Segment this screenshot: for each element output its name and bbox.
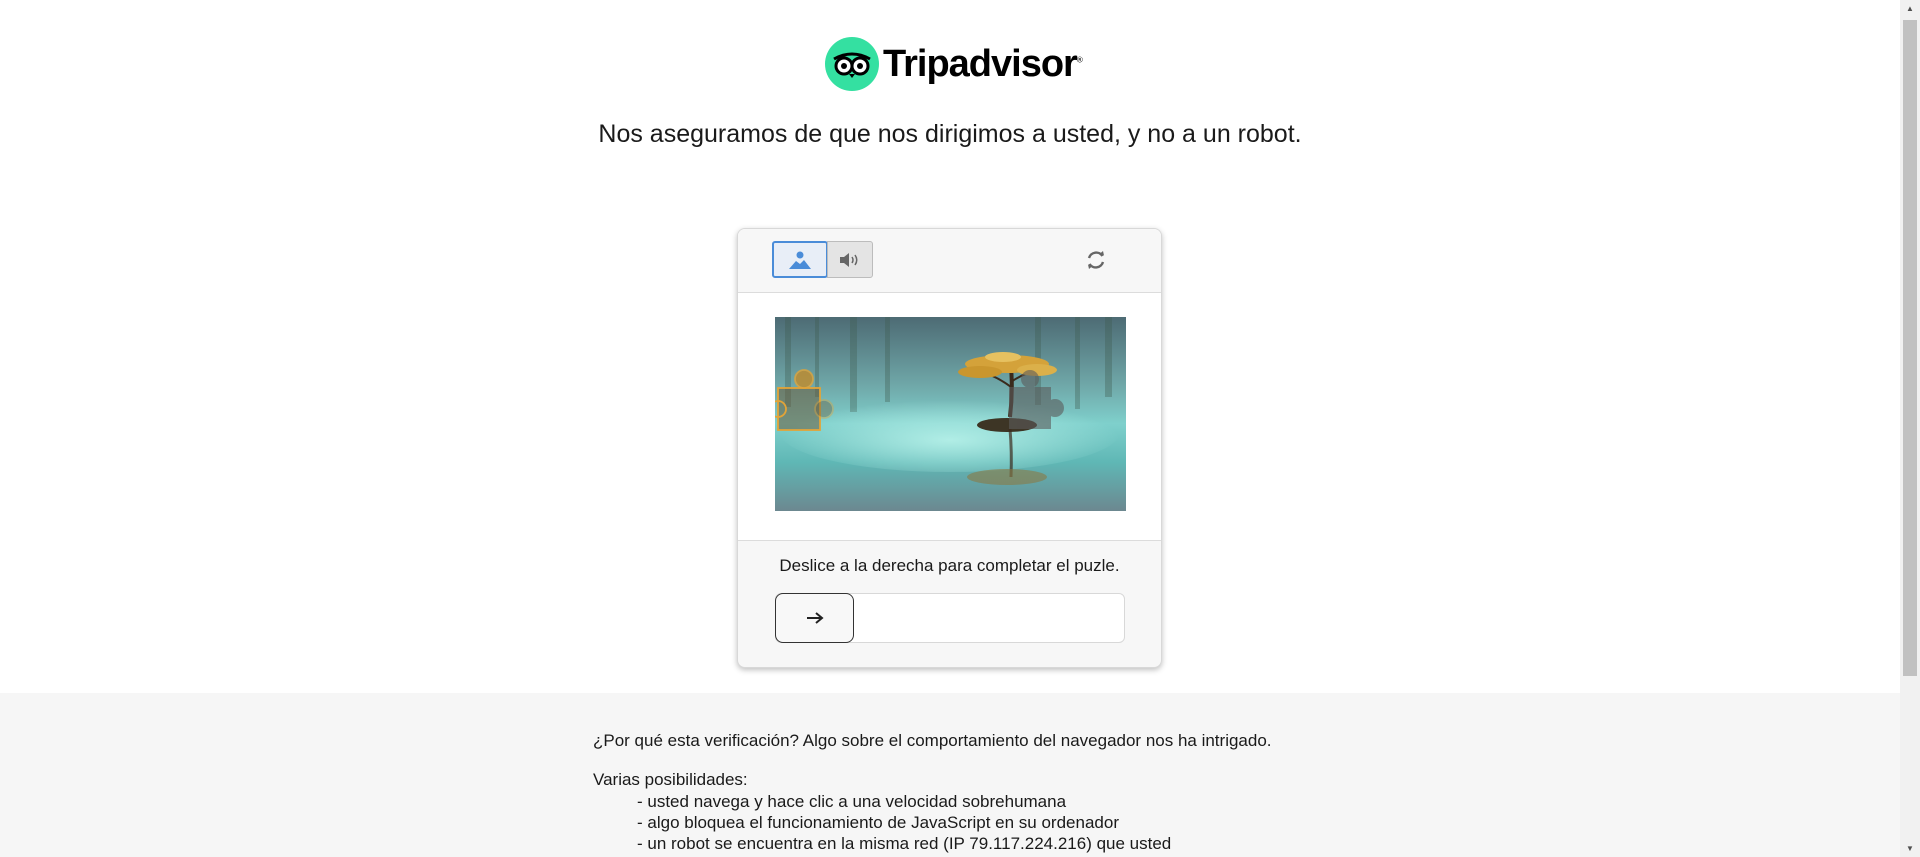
owl-eyes-icon (825, 37, 879, 91)
audio-challenge-tab[interactable] (827, 241, 873, 278)
logo-wordmark: Tripadvisor® (883, 42, 1083, 85)
possibilities-title: Varias posibilidades: (593, 770, 748, 789)
refresh-icon (1087, 251, 1105, 269)
puzzle-image (775, 317, 1126, 511)
refresh-button[interactable] (1083, 247, 1109, 273)
tripadvisor-logo[interactable]: Tripadvisor® (825, 37, 1083, 91)
scroll-up-icon[interactable]: ▲ (1900, 0, 1920, 17)
arrow-right-icon (806, 612, 824, 624)
list-item: - algo bloquea el funcionamiento de Java… (637, 813, 1119, 832)
footer-explanation: ¿Por qué esta verificación? Algo sobre e… (0, 693, 1900, 857)
captcha-instruction: Deslice a la derecha para completar el p… (779, 556, 1120, 575)
image-challenge-tab[interactable] (772, 241, 828, 278)
speaker-icon (840, 252, 858, 267)
list-item: - usted navega y hace clic a una velocid… (637, 792, 1067, 811)
possibilities-list: - usted navega y hace clic a una velocid… (637, 791, 1171, 854)
scroll-down-icon[interactable]: ▼ (1900, 840, 1920, 857)
slider-handle[interactable] (775, 593, 854, 643)
captcha-header (738, 229, 1161, 293)
captcha-image-area (738, 293, 1161, 541)
scroll-thumb[interactable] (1903, 20, 1917, 676)
list-item: - un robot se encuentra en la misma red … (637, 834, 1172, 853)
page: Tripadvisor® Nos aseguramos de que nos d… (0, 0, 1900, 857)
page-title: Nos aseguramos de que nos dirigimos a us… (598, 120, 1302, 148)
vertical-scrollbar[interactable]: ▲ ▼ (1900, 0, 1920, 857)
image-icon (789, 251, 811, 269)
trademark-mark: ® (1076, 54, 1083, 64)
why-verification-text: ¿Por qué esta verificación? Algo sobre e… (593, 731, 1272, 750)
captcha-widget: Deslice a la derecha para completar el p… (737, 228, 1162, 668)
